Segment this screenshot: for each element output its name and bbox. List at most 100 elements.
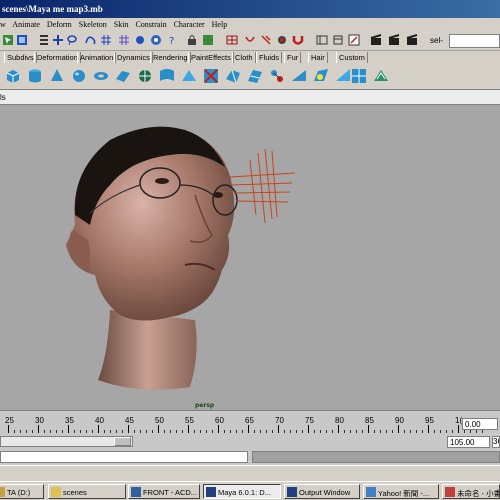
task-paint[interactable]: 未命名 - 小畫 xyxy=(442,484,500,499)
time-minor-tick xyxy=(182,430,183,433)
time-minor-tick xyxy=(284,430,285,433)
render-icon[interactable] xyxy=(16,34,28,46)
tab-animation[interactable]: Animation xyxy=(77,52,117,63)
perspective-viewport[interactable]: persp xyxy=(0,105,500,410)
time-minor-tick xyxy=(206,430,207,433)
clapper-2-icon[interactable] xyxy=(388,34,400,46)
bevel-icon[interactable] xyxy=(246,67,264,85)
mesh-icon[interactable] xyxy=(350,67,368,85)
command-input[interactable] xyxy=(0,451,248,463)
clapper-3-icon[interactable] xyxy=(406,34,418,46)
move-plus-icon[interactable] xyxy=(52,34,64,46)
time-tick-label: 50 xyxy=(155,416,164,425)
curve-icon[interactable] xyxy=(84,34,96,46)
task-output-window[interactable]: Output Window xyxy=(284,484,360,499)
time-minor-tick xyxy=(302,430,303,433)
attribute-editor-icon[interactable] xyxy=(332,34,344,46)
command-line xyxy=(0,449,500,465)
time-minor-tick xyxy=(14,430,15,433)
menu-deform[interactable]: Deform xyxy=(47,20,72,29)
tab-custom[interactable]: Custom xyxy=(336,52,368,63)
menu-character[interactable]: Character xyxy=(174,20,205,29)
loft-icon[interactable] xyxy=(180,67,198,85)
task-drive[interactable]: TA (D:) xyxy=(0,484,44,499)
snap-point-icon[interactable] xyxy=(134,34,146,46)
snap-grid-icon[interactable] xyxy=(100,34,112,46)
time-minor-tick xyxy=(74,430,75,433)
tab-subdivs[interactable]: Subdivs xyxy=(4,52,37,63)
end-time-field[interactable]: 105.00 xyxy=(447,436,490,448)
tab-fluids[interactable]: Fluids xyxy=(256,52,283,63)
ipr-render-icon[interactable] xyxy=(260,34,272,46)
time-minor-tick xyxy=(50,430,51,433)
extrude-icon[interactable] xyxy=(224,67,242,85)
combine-icon[interactable] xyxy=(372,67,390,85)
menu-bar: w Animate Deform Skeleton Skin Constrain… xyxy=(0,18,500,31)
task-acdsee[interactable]: FRONT - ACD... xyxy=(128,484,200,499)
lock-icon[interactable] xyxy=(186,34,198,46)
end-time-field-2[interactable]: 36 xyxy=(492,436,500,448)
time-tick-label: 30 xyxy=(35,416,44,425)
clapper-icon[interactable] xyxy=(370,34,382,46)
time-minor-tick xyxy=(236,430,237,433)
help-icon[interactable]: ? xyxy=(166,34,178,46)
hypershade-icon[interactable] xyxy=(244,34,256,46)
cone-icon[interactable] xyxy=(48,67,66,85)
time-minor-tick xyxy=(92,430,93,433)
task-yahoo[interactable]: Yahoo! 新聞 -... xyxy=(363,484,439,499)
menu-constrain[interactable]: Constrain xyxy=(135,20,166,29)
plane-icon[interactable] xyxy=(114,67,132,85)
range-slider[interactable]: 105.00 36 xyxy=(0,435,500,449)
time-tick-label: 75 xyxy=(305,416,314,425)
sphere-icon[interactable] xyxy=(70,67,88,85)
time-slider[interactable]: 25 30 35 40 45 50 55 60 65 70 75 80 85 90 95 1( 0.00 xyxy=(0,410,500,435)
snap-view-icon[interactable] xyxy=(150,34,162,46)
hierarchy-icon[interactable] xyxy=(38,34,50,46)
cylinder-icon[interactable] xyxy=(26,67,44,85)
tab-hair[interactable]: Hair xyxy=(308,52,328,63)
tool-settings-icon[interactable] xyxy=(348,34,360,46)
time-minor-tick xyxy=(326,430,327,433)
delete-history-icon[interactable] xyxy=(202,67,220,85)
select-tool-icon[interactable] xyxy=(2,34,14,46)
cube-icon[interactable] xyxy=(4,67,22,85)
menu-skin[interactable]: Skin xyxy=(114,20,129,29)
task-scenes[interactable]: scenes xyxy=(48,484,126,499)
tab-cloth[interactable]: Cloth xyxy=(232,52,256,63)
magnet-icon[interactable] xyxy=(292,34,304,46)
render-view-icon[interactable] xyxy=(226,34,238,46)
snap-curve-icon[interactable] xyxy=(118,34,130,46)
boolean-icon[interactable] xyxy=(312,67,330,85)
lasso-icon[interactable] xyxy=(66,34,78,46)
menu-animate[interactable]: Animate xyxy=(12,20,40,29)
tab-deformation[interactable]: Deformation xyxy=(34,52,81,63)
tab-rendering[interactable]: Rendering xyxy=(150,52,191,63)
time-minor-tick xyxy=(254,430,255,433)
tab-painteffects[interactable]: PaintEffects xyxy=(188,52,234,63)
selection-input[interactable] xyxy=(449,34,500,48)
tab-dynamics[interactable]: Dynamics xyxy=(114,52,153,63)
time-minor-tick xyxy=(230,430,231,433)
time-tick-mark xyxy=(368,425,369,433)
time-minor-tick xyxy=(176,430,177,433)
lattice-icon[interactable] xyxy=(136,67,154,85)
tab-fur[interactable]: Fur xyxy=(284,52,302,63)
wedge-icon[interactable] xyxy=(290,67,308,85)
range-handle[interactable] xyxy=(114,437,131,446)
history-icon[interactable] xyxy=(202,34,214,46)
status-line: ? sel- xyxy=(0,31,500,51)
window-title-bar: scenes\Maya me map3.mb xyxy=(0,0,500,18)
nurbs-surface-icon[interactable] xyxy=(158,67,176,85)
render-globals-icon[interactable] xyxy=(276,34,288,46)
torus-icon[interactable] xyxy=(92,67,110,85)
channel-box-icon[interactable] xyxy=(316,34,328,46)
task-maya[interactable]: Maya 6.0.1: D... xyxy=(203,484,281,499)
panel-menu-label[interactable]: ls xyxy=(0,93,6,102)
menu-help[interactable]: Help xyxy=(212,20,228,29)
time-tick-label: 85 xyxy=(365,416,374,425)
attach-icon[interactable] xyxy=(268,67,286,85)
current-frame-field[interactable]: 0.00 xyxy=(462,418,498,430)
time-tick-mark xyxy=(248,425,249,433)
menu-window[interactable]: w xyxy=(0,20,6,29)
menu-skeleton[interactable]: Skeleton xyxy=(79,20,107,29)
